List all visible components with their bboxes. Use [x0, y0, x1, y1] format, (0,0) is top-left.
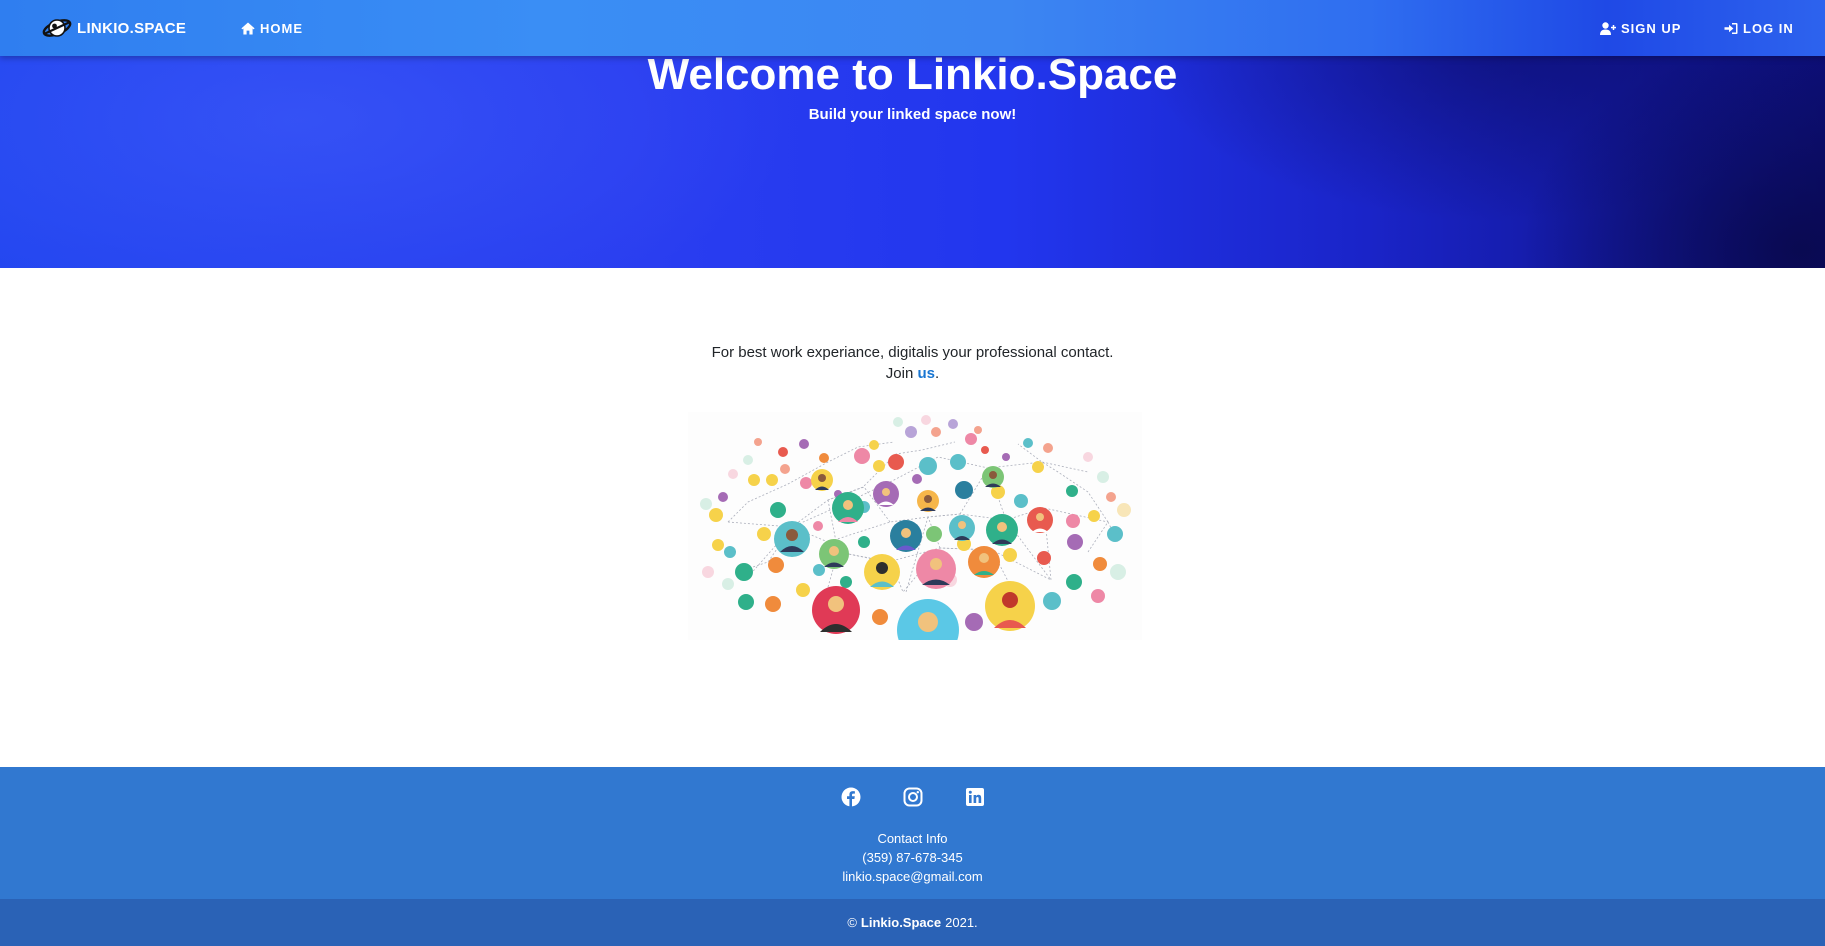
hero-title: Welcome to Linkio.Space — [647, 50, 1178, 99]
facebook-icon[interactable] — [841, 787, 861, 807]
copyright-year: 2021. — [945, 915, 978, 930]
contact-title: Contact Info — [877, 831, 948, 846]
planet-logo-icon — [42, 19, 72, 37]
social-links — [0, 787, 1825, 807]
sign-in-icon — [1724, 22, 1738, 34]
brand-name: LINKIO.SPACE — [77, 19, 187, 37]
copyright-symbol: © — [847, 915, 857, 930]
join-suffix: . — [935, 365, 940, 382]
join-line: Join us. — [0, 363, 1825, 384]
linkedin-icon[interactable] — [965, 787, 985, 807]
intro-line: For best work experiance, digitalis your… — [711, 344, 1114, 361]
network-people-illustration — [688, 412, 1142, 640]
nav-login-link[interactable]: LOG IN — [1724, 0, 1794, 56]
hero-subtitle: Build your linked space now! — [808, 106, 1017, 123]
navbar: LINKIO.SPACE HOME SIGN UP LOG IN — [0, 0, 1825, 56]
nav-home-label: HOME — [260, 20, 303, 36]
main-content: For best work experiance, digitalis your… — [0, 268, 1825, 767]
copyright-brand: Linkio.Space — [860, 915, 942, 930]
brand-link[interactable]: LINKIO.SPACE — [41, 14, 186, 42]
nav-signup-link[interactable]: SIGN UP — [1600, 0, 1681, 56]
intro-text: For best work experiance, digitalis your… — [0, 342, 1825, 384]
nav-home-link[interactable]: HOME — [241, 0, 303, 56]
contact-phone: (359) 87-678-345 — [862, 850, 963, 865]
instagram-icon[interactable] — [903, 787, 923, 807]
home-icon — [241, 22, 255, 34]
join-prefix: Join — [885, 365, 914, 382]
user-plus-icon — [1600, 21, 1616, 35]
nav-signup-label: SIGN UP — [1621, 20, 1682, 36]
contact-info: Contact Info (359) 87-678-345 linkio.spa… — [0, 829, 1825, 886]
footer: Contact Info (359) 87-678-345 linkio.spa… — [0, 767, 1825, 899]
nav-login-label: LOG IN — [1743, 20, 1794, 36]
copyright-bar: © Linkio.Space 2021. — [0, 899, 1825, 946]
contact-email: linkio.space@gmail.com — [842, 869, 983, 884]
join-us-link[interactable]: us — [918, 365, 936, 382]
